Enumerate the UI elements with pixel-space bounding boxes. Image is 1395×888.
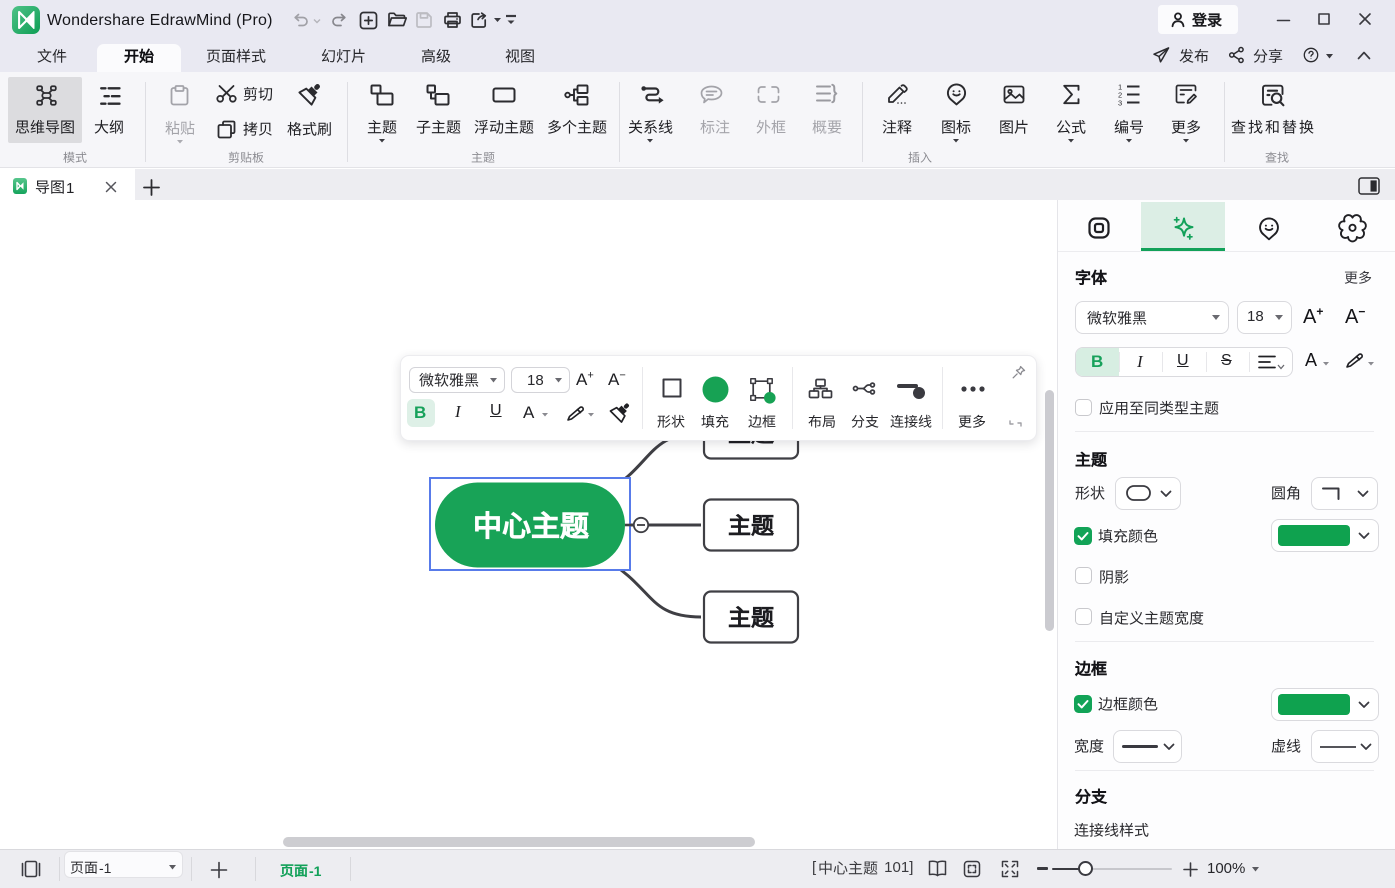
svg-text:3: 3 [1118, 99, 1122, 108]
